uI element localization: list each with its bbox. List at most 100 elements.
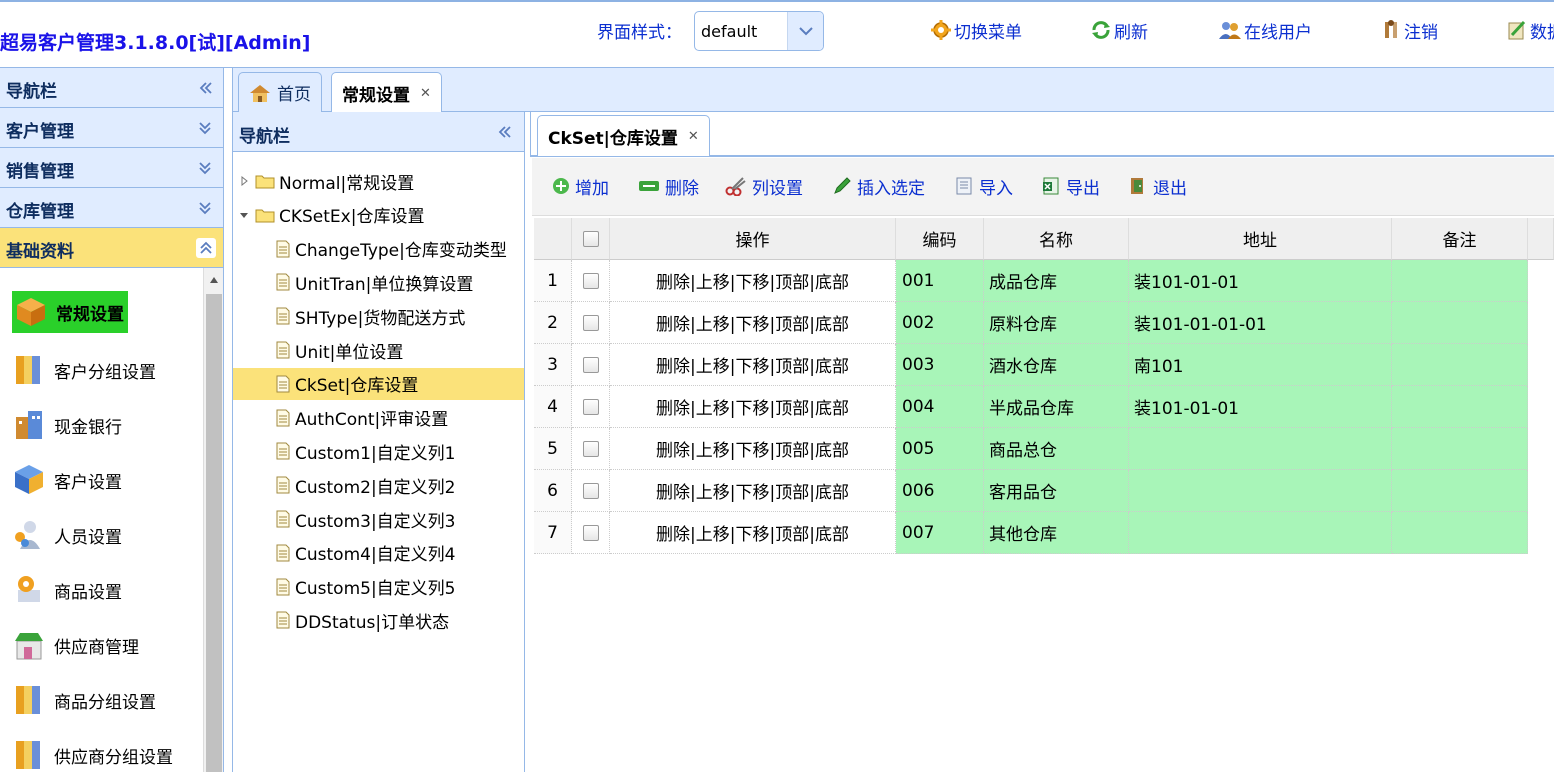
module-product-settings[interactable]: 商品设置 [12,568,122,612]
row-actions[interactable]: 删除|上移|下移|顶部|底部 [610,344,896,386]
toolbar-button[interactable]: 导入 [954,174,1013,199]
theme-select[interactable]: default [694,11,824,51]
online-users-link[interactable]: 在线用户 [1218,18,1312,43]
toolbar-button[interactable]: 插入选定 [832,174,925,199]
module-staff-settings[interactable]: 人员设置 [12,513,122,557]
module-customer-group[interactable]: 客户分组设置 [12,348,156,392]
note-cell[interactable] [1392,302,1528,344]
chevron-double-up-icon[interactable] [196,238,216,258]
row-actions[interactable]: 删除|上移|下移|顶部|底部 [610,470,896,512]
chevron-down-icon[interactable] [787,12,823,50]
note-cell[interactable] [1392,428,1528,470]
chevron-double-down-icon[interactable] [197,160,213,181]
row-actions[interactable]: 删除|上移|下移|顶部|底部 [610,386,896,428]
address-cell[interactable] [1129,470,1392,512]
tree-node[interactable]: Custom4|自定义列4 [233,537,524,569]
row-checkbox[interactable] [572,470,610,512]
table-row[interactable]: 6 删除|上移|下移|顶部|底部 006 客用品仓 [534,470,1528,512]
table-row[interactable]: 5 删除|上移|下移|顶部|底部 005 商品总仓 [534,428,1528,470]
column-header[interactable]: 备注 [1392,218,1528,260]
address-cell[interactable]: 南101 [1129,344,1392,386]
note-cell[interactable] [1392,470,1528,512]
data-link[interactable]: 数据 [1506,18,1554,43]
refresh-link[interactable]: 刷新 [1090,18,1148,43]
name-cell[interactable]: 成品仓库 [984,260,1129,302]
tree-node[interactable]: SHType|货物配送方式 [233,300,524,332]
table-row[interactable]: 7 删除|上移|下移|顶部|底部 007 其他仓库 [534,512,1528,554]
column-header[interactable]: 编码 [896,218,984,260]
section-basic-data[interactable]: 基础资料 [0,228,223,268]
code-cell[interactable]: 005 [896,428,984,470]
chevron-double-down-icon[interactable] [197,200,213,221]
tree-expanded-icon[interactable] [239,210,251,220]
module-customer-settings[interactable]: 客户设置 [12,458,122,502]
address-cell[interactable] [1129,428,1392,470]
tree-node[interactable]: Normal|常规设置 [239,165,524,197]
tree-node[interactable]: Custom2|自定义列2 [233,469,524,501]
address-cell[interactable]: 装101-01-01-01 [1129,302,1392,344]
address-cell[interactable] [1129,512,1392,554]
address-cell[interactable]: 装101-01-01 [1129,260,1392,302]
row-checkbox[interactable] [572,428,610,470]
note-cell[interactable] [1392,512,1528,554]
tree-node[interactable]: CkSet|仓库设置 [233,367,524,400]
row-actions[interactable]: 删除|上移|下移|顶部|底部 [610,260,896,302]
row-actions[interactable]: 删除|上移|下移|顶部|底部 [610,512,896,554]
select-all-checkbox[interactable] [572,218,610,260]
tree-collapsed-icon[interactable] [239,176,251,186]
row-actions[interactable]: 删除|上移|下移|顶部|底部 [610,428,896,470]
name-cell[interactable]: 半成品仓库 [984,386,1129,428]
module-supplier-group[interactable]: 供应商分组设置 [12,733,173,772]
row-checkbox[interactable] [572,512,610,554]
tab-home[interactable]: 首页 [238,72,322,112]
name-cell[interactable]: 原料仓库 [984,302,1129,344]
code-cell[interactable]: 003 [896,344,984,386]
toolbar-button[interactable]: 增加 [552,174,609,199]
name-cell[interactable]: 商品总仓 [984,428,1129,470]
tree-node[interactable]: Custom1|自定义列1 [233,435,524,467]
note-cell[interactable] [1392,344,1528,386]
code-cell[interactable]: 004 [896,386,984,428]
column-header[interactable]: 操作 [610,218,896,260]
address-cell[interactable]: 装101-01-01 [1129,386,1392,428]
table-row[interactable]: 4 删除|上移|下移|顶部|底部 004 半成品仓库 装101-01-01 [534,386,1528,428]
column-header[interactable]: 地址 [1129,218,1392,260]
logout-link[interactable]: 注销 [1382,18,1438,43]
close-icon[interactable]: ✕ [688,129,699,144]
tree-node[interactable]: Custom3|自定义列3 [233,503,524,535]
table-row[interactable]: 3 删除|上移|下移|顶部|底部 003 酒水仓库 南101 [534,344,1528,386]
note-cell[interactable] [1392,260,1528,302]
collapse-left-icon[interactable] [197,80,213,101]
tree-node[interactable]: CKSetEx|仓库设置 [239,199,524,231]
module-list-scrollbar[interactable] [203,268,223,772]
column-header[interactable]: 名称 [984,218,1129,260]
toolbar-button[interactable]: 导出 [1041,174,1100,199]
toolbar-button[interactable]: 退出 [1128,174,1187,199]
code-cell[interactable]: 001 [896,260,984,302]
switch-menu-link[interactable]: 切换菜单 [930,18,1022,43]
code-cell[interactable]: 006 [896,470,984,512]
tree-node[interactable]: Unit|单位设置 [233,334,524,366]
toolbar-button[interactable]: 删除 [638,174,699,199]
note-cell[interactable] [1392,386,1528,428]
module-cash-bank[interactable]: 现金银行 [12,403,122,447]
scrollbar-thumb[interactable] [206,294,222,772]
module-supplier-management[interactable]: 供应商管理 [12,623,139,667]
name-cell[interactable]: 客用品仓 [984,470,1129,512]
tree-node[interactable]: ChangeType|仓库变动类型 [233,233,524,265]
section-sales-management[interactable]: 销售管理 [0,148,223,188]
section-customer-management[interactable]: 客户管理 [0,108,223,148]
tree-node[interactable]: DDStatus|订单状态 [233,604,524,636]
tree-node[interactable]: AuthCont|评审设置 [233,402,524,434]
name-cell[interactable]: 其他仓库 [984,512,1129,554]
chevron-double-down-icon[interactable] [197,120,213,141]
section-warehouse-management[interactable]: 仓库管理 [0,188,223,228]
module-general-settings[interactable]: 常规设置 [12,291,128,333]
row-checkbox[interactable] [572,260,610,302]
toolbar-button[interactable]: 列设置 [725,174,803,199]
row-checkbox[interactable] [572,386,610,428]
row-checkbox[interactable] [572,344,610,386]
module-product-group[interactable]: 商品分组设置 [12,678,156,722]
row-checkbox[interactable] [572,302,610,344]
tree-node[interactable]: UnitTran|单位换算设置 [233,266,524,298]
